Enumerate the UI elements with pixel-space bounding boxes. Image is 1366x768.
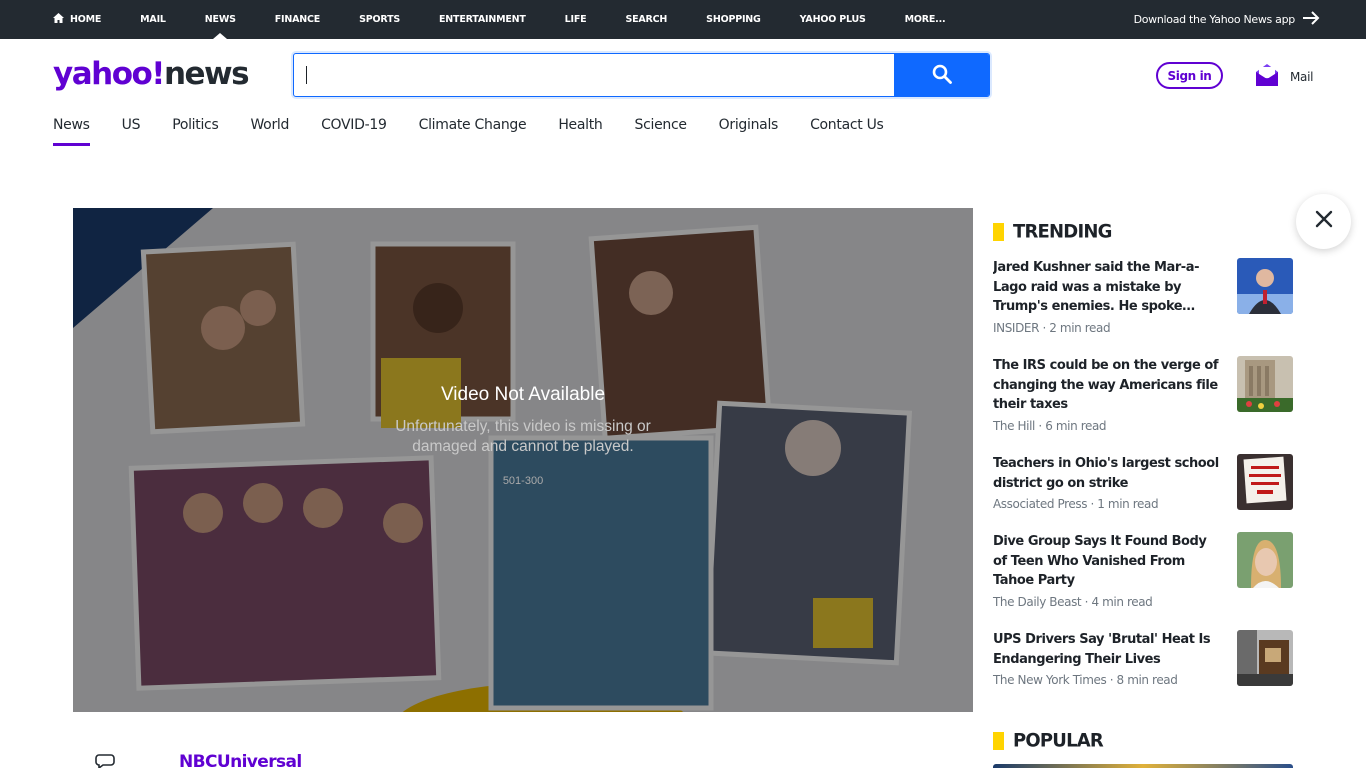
subnav-originals[interactable]: Originals [719, 117, 779, 141]
arrow-right-icon [1303, 11, 1320, 28]
mail-label: Mail [1290, 69, 1314, 84]
search-button[interactable] [894, 54, 989, 96]
app-download-label: Download the Yahoo News app [1133, 13, 1296, 26]
mail-icon [1254, 62, 1280, 91]
popular-thumbnail[interactable] [993, 764, 1293, 768]
trending-thumbnail [1237, 258, 1293, 314]
subnav-world[interactable]: World [250, 117, 289, 141]
trending-meta: The Daily Beast · 4 min read [993, 594, 1153, 609]
subnav-covid[interactable]: COVID-19 [321, 117, 387, 141]
trending-item[interactable]: Jared Kushner said the Mar-a-Lago raid w… [993, 258, 1293, 335]
trending-item[interactable]: UPS Drivers Say 'Brutal' Heat Is Endange… [993, 630, 1293, 687]
video-player[interactable]: Video Not Available Unfortunately, this … [73, 208, 973, 712]
close-icon [1315, 210, 1333, 233]
topnav-home-label: HOME [70, 14, 102, 25]
video-error-message: Unfortunately, this video is missing or … [395, 418, 651, 455]
heading-accent-bar [993, 731, 1004, 750]
section-nav: News US Politics World COVID-19 Climate … [53, 117, 916, 146]
video-overlay [73, 208, 973, 712]
trending-headline: Teachers in Ohio's largest school distri… [993, 456, 1219, 491]
trending-meta: The Hill · 6 min read [993, 418, 1107, 433]
logo-news: news [163, 56, 250, 92]
text-caret [306, 66, 307, 84]
app-download-link[interactable]: Download the Yahoo News app [1134, 0, 1320, 39]
subnav-news[interactable]: News [53, 117, 90, 146]
subnav-science[interactable]: Science [635, 117, 687, 141]
topnav-home[interactable]: HOME [53, 0, 101, 39]
trending-thumbnail [1237, 356, 1293, 412]
topnav-shopping[interactable]: SHOPPING [706, 0, 761, 39]
topnav-finance[interactable]: FINANCE [275, 0, 321, 39]
search-input[interactable] [294, 54, 895, 96]
trending-thumbnail [1237, 454, 1293, 510]
trending-item[interactable]: The IRS could be on the verge of changin… [993, 356, 1293, 433]
topnav-entertainment[interactable]: ENTERTAINMENT [439, 0, 526, 39]
topnav-more[interactable]: MORE... [905, 0, 946, 39]
trending-meta: INSIDER · 2 min read [993, 320, 1111, 335]
trending-headline: Jared Kushner said the Mar-a-Lago raid w… [993, 260, 1200, 314]
trending-headline: The IRS could be on the verge of changin… [993, 358, 1219, 412]
topnav-news[interactable]: NEWS [205, 0, 236, 39]
popular-heading-label: POPULAR [1013, 729, 1104, 752]
search-box [293, 53, 990, 97]
topnav-sports[interactable]: SPORTS [359, 0, 400, 39]
popular-heading: POPULAR [993, 729, 1104, 752]
subnav-politics[interactable]: Politics [172, 117, 219, 141]
video-provider[interactable]: NBCUniversal [179, 752, 302, 768]
search-icon [932, 64, 952, 87]
mail-link[interactable]: Mail [1254, 62, 1313, 91]
top-nav: HOME MAIL NEWS FINANCE SPORTS ENTERTAINM… [53, 0, 984, 39]
heading-accent-bar [993, 222, 1004, 241]
video-error-code: 501-300 [502, 475, 544, 487]
topnav-search[interactable]: SEARCH [625, 0, 667, 39]
trending-thumbnail [1237, 630, 1293, 686]
trending-heading: TRENDING [993, 220, 1112, 243]
subnav-climate-change[interactable]: Climate Change [419, 117, 527, 141]
trending-item[interactable]: Dive Group Says It Found Body of Teen Wh… [993, 532, 1293, 609]
topnav-yahoo-plus[interactable]: YAHOO PLUS [800, 0, 866, 39]
trending-headline: Dive Group Says It Found Body of Teen Wh… [993, 534, 1207, 588]
trending-headline: UPS Drivers Say 'Brutal' Heat Is Endange… [993, 632, 1211, 667]
subnav-contact-us[interactable]: Contact Us [810, 117, 884, 141]
close-button[interactable] [1296, 194, 1351, 249]
comment-icon[interactable] [95, 754, 115, 768]
home-icon [53, 13, 64, 26]
video-error-title: Video Not Available [440, 384, 606, 405]
trending-heading-label: TRENDING [1013, 220, 1112, 243]
trending-thumbnail [1237, 532, 1293, 588]
sign-in-button[interactable]: Sign in [1156, 62, 1223, 89]
topnav-life[interactable]: LIFE [565, 0, 587, 39]
logo-yahoo: yahoo! [53, 56, 165, 92]
top-bar: HOME MAIL NEWS FINANCE SPORTS ENTERTAINM… [0, 0, 1366, 39]
trending-item[interactable]: Teachers in Ohio's largest school distri… [993, 454, 1293, 511]
yahoo-news-logo[interactable]: yahoo!news [53, 54, 250, 94]
topnav-mail[interactable]: MAIL [140, 0, 166, 39]
subnav-health[interactable]: Health [558, 117, 602, 141]
subnav-us[interactable]: US [122, 117, 141, 141]
